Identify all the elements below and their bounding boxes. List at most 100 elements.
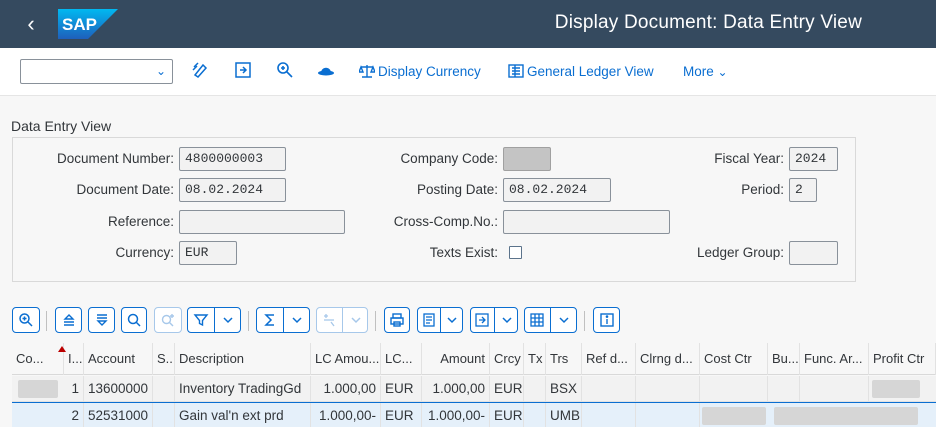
more-button[interactable]: More ⌄	[683, 64, 728, 79]
col-header-amount[interactable]: Amount	[422, 343, 490, 375]
document-number-field[interactable]: 4800000003	[179, 147, 286, 171]
cell-ref-d	[582, 376, 636, 401]
cell-amount: 1.000,00-	[422, 403, 490, 427]
col-header-ref-d[interactable]: Ref d...	[582, 343, 636, 375]
texts-exist-checkbox[interactable]	[509, 246, 522, 259]
total-button[interactable]	[256, 307, 310, 333]
fiscal-year-field[interactable]: 2024	[789, 147, 838, 171]
scale-icon	[357, 64, 377, 78]
col-header-profit-ctr[interactable]: Profit Ctr	[869, 343, 936, 375]
redacted-profit-ctr-cell	[872, 380, 920, 398]
sort-descending-icon	[95, 314, 108, 326]
printer-icon	[390, 313, 404, 327]
subtotal-button[interactable]	[316, 307, 368, 333]
cell-clrng-d	[636, 376, 700, 401]
cell-amount: 1.000,00	[422, 376, 490, 401]
document-number-label: Document Number:	[56, 151, 174, 166]
print-button[interactable]	[384, 307, 410, 333]
cross-comp-field[interactable]	[503, 210, 670, 234]
col-header-company[interactable]: Co...	[12, 343, 64, 375]
col-header-lc-currency[interactable]: LC...	[381, 343, 422, 375]
redacted-assignment-cells	[774, 407, 918, 425]
layout-button[interactable]	[524, 307, 577, 333]
ledger-icon	[508, 64, 524, 78]
cell-description: Gain val'n ext prd	[175, 403, 311, 427]
find-next-button[interactable]	[154, 307, 182, 333]
currency-field[interactable]: EUR	[179, 241, 237, 265]
sort-descending-button[interactable]	[88, 307, 115, 333]
col-header-description[interactable]: Description	[175, 343, 311, 375]
col-header-clrng-d[interactable]: Clrng d...	[636, 343, 700, 375]
export-button[interactable]	[470, 307, 518, 333]
views-button[interactable]	[417, 307, 463, 333]
list-view-icon	[417, 308, 440, 332]
switch-view-icon[interactable]	[234, 61, 256, 83]
info-icon	[599, 313, 614, 327]
variant-dropdown[interactable]: ⌄	[20, 59, 173, 84]
toolbar-separator	[46, 311, 47, 331]
col-header-crcy[interactable]: Crcy	[490, 343, 524, 375]
reference-field[interactable]	[179, 210, 345, 234]
find-button[interactable]	[121, 307, 147, 333]
col-header-trs[interactable]: Trs	[546, 343, 582, 375]
col-header-item[interactable]: I...	[64, 343, 84, 375]
hat-icon[interactable]	[317, 61, 339, 83]
fiscal-year-label: Fiscal Year:	[714, 151, 784, 166]
subtotal-icon	[316, 308, 342, 332]
cell-lc-currency: EUR	[381, 403, 422, 427]
table-row[interactable]: 1 13600000 Inventory TradingGd 1.000,00 …	[12, 376, 936, 402]
redacted-company-cell	[18, 380, 58, 398]
table-row-selected[interactable]: 2 52531000 Gain val'n ext prd 1.000,00- …	[12, 402, 936, 427]
col-header-s[interactable]: S...	[153, 343, 175, 375]
cell-crcy: EUR	[490, 376, 524, 401]
ledger-group-field[interactable]	[789, 241, 838, 265]
display-currency-button[interactable]: Display Currency	[357, 64, 481, 79]
company-code-field[interactable]	[503, 147, 551, 171]
cross-comp-label: Cross-Comp.No.:	[393, 214, 498, 229]
posting-date-field[interactable]: 08.02.2024	[503, 178, 611, 202]
zoom-icon[interactable]	[276, 61, 298, 83]
edit-toggle-icon[interactable]	[192, 61, 214, 83]
cell-crcy: EUR	[490, 403, 524, 427]
cell-tx	[524, 403, 546, 427]
document-date-label: Document Date:	[76, 182, 174, 197]
ledger-group-label: Ledger Group:	[696, 245, 784, 260]
cell-clrng-d	[636, 403, 700, 427]
col-header-account[interactable]: Account	[84, 343, 153, 375]
col-header-cost-ctr[interactable]: Cost Ctr	[700, 343, 768, 375]
back-button[interactable]: ‹	[14, 8, 48, 40]
period-field[interactable]: 2	[789, 178, 817, 202]
cell-trs: UMB	[546, 403, 582, 427]
search-icon	[127, 313, 141, 327]
information-button[interactable]	[593, 307, 620, 333]
sort-ascending-button[interactable]	[55, 307, 82, 333]
cell-ref-d	[582, 403, 636, 427]
chevron-down-icon	[215, 308, 241, 332]
cell-bu	[768, 376, 800, 401]
search-next-icon	[161, 314, 174, 327]
cell-cost-ctr	[700, 376, 768, 401]
general-ledger-view-button[interactable]: General Ledger View	[508, 64, 654, 79]
cell-item: 1	[64, 376, 84, 401]
currency-label: Currency:	[115, 245, 174, 260]
filter-icon	[187, 308, 214, 332]
col-header-lc-amount[interactable]: LC Amou...	[311, 343, 381, 375]
cell-lc-currency: EUR	[381, 376, 422, 401]
filter-button[interactable]	[187, 307, 241, 333]
document-date-field[interactable]: 08.02.2024	[179, 178, 286, 202]
chevron-down-icon: ⌄	[717, 65, 728, 79]
chevron-down-icon	[343, 308, 368, 332]
redacted-cost-ctr-cell	[702, 407, 766, 425]
col-header-bu[interactable]: Bu...	[768, 343, 800, 375]
company-code-label: Company Code:	[400, 151, 498, 166]
cell-s	[153, 403, 175, 427]
shell-bar: ‹ SAP Display Document: Data Entry View	[0, 0, 936, 48]
cell-tx	[524, 376, 546, 401]
toolbar-separator	[584, 311, 585, 331]
col-header-func-area[interactable]: Func. Ar...	[800, 343, 869, 375]
col-header-tx[interactable]: Tx	[524, 343, 546, 375]
posting-date-label: Posting Date:	[416, 182, 498, 197]
zoom-details-button[interactable]	[12, 307, 40, 333]
cell-func-area	[800, 376, 869, 401]
cell-lc-amount: 1.000,00	[311, 376, 381, 401]
